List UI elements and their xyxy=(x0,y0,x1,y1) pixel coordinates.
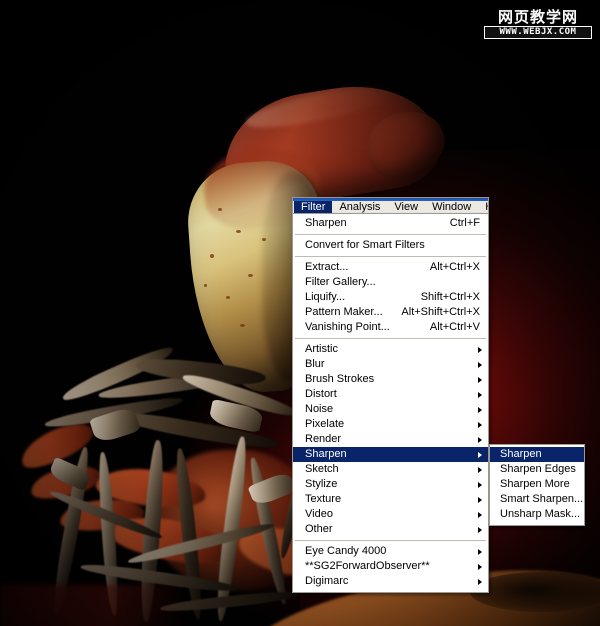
menu-item-label: Blur xyxy=(305,358,325,370)
menu-item-label: Brush Strokes xyxy=(305,373,375,385)
menu-item-label: Extract... xyxy=(305,261,349,273)
sharpen-submenu[interactable]: Sharpen Sharpen Edges Sharpen More Smart Sh… xyxy=(489,444,585,526)
menu-bar: FilterAnalysisViewWindowHelp xyxy=(292,197,489,213)
menu-item-render[interactable]: Render xyxy=(293,432,488,447)
menu-item-shortcut: Alt+Ctrl+V xyxy=(429,321,480,333)
menu-item-shortcut: Shift+Ctrl+X xyxy=(420,291,480,303)
menu-item-label: Vanishing Point... xyxy=(305,321,390,333)
menu-item-label: Sharpen xyxy=(305,217,347,229)
menu-item-sharpen[interactable]: Sharpen Ctrl+F xyxy=(293,216,488,231)
chevron-right-icon xyxy=(478,346,482,353)
menu-item-label: Sketch xyxy=(305,463,339,475)
menubar-item-help[interactable]: Help xyxy=(478,201,488,214)
chevron-right-icon xyxy=(478,391,482,398)
menu-item-pixelate[interactable]: Pixelate xyxy=(293,417,488,432)
menu-item-artistic[interactable]: Artistic xyxy=(293,342,488,357)
menu-item-distort[interactable]: Distort xyxy=(293,387,488,402)
menu-item-label: Stylize xyxy=(305,478,338,490)
menubar-item-filter[interactable]: Filter xyxy=(294,200,333,213)
menu-item-blur[interactable]: Blur xyxy=(293,357,488,372)
menu-item-stylize[interactable]: Stylize xyxy=(293,477,488,492)
menu-item-eye-candy-4000[interactable]: Eye Candy 4000 xyxy=(293,544,488,559)
menu-item-extract[interactable]: Extract... Alt+Ctrl+X xyxy=(293,260,488,275)
chevron-right-icon xyxy=(478,421,482,428)
chevron-right-icon xyxy=(478,563,482,570)
menubar-item-window[interactable]: Window xyxy=(425,201,478,214)
menu-item-label: Texture xyxy=(305,493,342,505)
menu-item-pattern-maker[interactable]: Pattern Maker... Alt+Shift+Ctrl+X xyxy=(293,305,488,320)
submenu-item-label: Sharpen xyxy=(500,448,542,460)
menu-item-texture[interactable]: Texture xyxy=(293,492,488,507)
menu-item-sketch[interactable]: Sketch xyxy=(293,462,488,477)
menubar-item-analysis[interactable]: Analysis xyxy=(332,201,387,214)
menu-item-other[interactable]: Other xyxy=(293,522,488,537)
menu-item-digimarc[interactable]: Digimarc xyxy=(293,574,488,589)
chevron-right-icon xyxy=(478,376,482,383)
menu-item-brush-strokes[interactable]: Brush Strokes xyxy=(293,372,488,387)
chevron-right-icon xyxy=(478,451,482,458)
chevron-right-icon xyxy=(478,406,482,413)
submenu-item-sharpen-edges[interactable]: Sharpen Edges xyxy=(490,462,584,477)
menu-item-label: Other xyxy=(305,523,333,535)
menu-item-label: Video xyxy=(305,508,333,520)
menu-item-label: Pattern Maker... xyxy=(305,306,383,318)
menu-bar-items: FilterAnalysisViewWindowHelp xyxy=(293,200,488,214)
menu-item-noise[interactable]: Noise xyxy=(293,402,488,417)
menu-item-label: Pixelate xyxy=(305,418,345,430)
chevron-right-icon xyxy=(478,466,482,473)
chevron-right-icon xyxy=(478,548,482,555)
watermark-url: WWW.WEBJX.COM xyxy=(484,26,592,39)
menu-item-label: Sharpen xyxy=(305,448,347,460)
menu-separator xyxy=(295,540,486,541)
menu-item-label: Convert for Smart Filters xyxy=(305,239,425,251)
chevron-right-icon xyxy=(478,436,482,443)
chevron-right-icon xyxy=(478,511,482,518)
chevron-right-icon xyxy=(478,361,482,368)
menu-item-liquify[interactable]: Liquify... Shift+Ctrl+X xyxy=(293,290,488,305)
menu-item-shortcut: Alt+Ctrl+X xyxy=(429,261,480,273)
watermark: 网页教学网 WWW.WEBJX.COM xyxy=(484,9,592,39)
menu-item-vanishing-point[interactable]: Vanishing Point... Alt+Ctrl+V xyxy=(293,320,488,335)
menu-item-sharpen[interactable]: Sharpen xyxy=(293,447,488,462)
menu-item-shortcut: Ctrl+F xyxy=(449,217,480,229)
menu-item-convert-for-smart-filters[interactable]: Convert for Smart Filters xyxy=(293,238,488,253)
chevron-right-icon xyxy=(478,481,482,488)
screenshot-root: 网页教学网 WWW.WEBJX.COM Filter Analysis View Wi… xyxy=(0,0,600,626)
submenu-item-label: Smart Sharpen... xyxy=(500,493,584,505)
menu-item-shortcut: Alt+Shift+Ctrl+X xyxy=(401,306,480,318)
menu-item-label: Render xyxy=(305,433,342,445)
menu-item-label: **SG2ForwardObserver** xyxy=(305,560,430,572)
menu-item-sg2forwardobserver[interactable]: **SG2ForwardObserver** xyxy=(293,559,488,574)
menu-item-label: Liquify... xyxy=(305,291,346,303)
menu-item-label: Digimarc xyxy=(305,575,349,587)
menu-item-label: Noise xyxy=(305,403,334,415)
submenu-item-unsharp-mask[interactable]: Unsharp Mask... xyxy=(490,507,584,522)
chevron-right-icon xyxy=(478,526,482,533)
submenu-item-label: Unsharp Mask... xyxy=(500,508,581,520)
menu-item-label: Artistic xyxy=(305,343,338,355)
menu-separator xyxy=(295,234,486,235)
submenu-item-label: Sharpen Edges xyxy=(500,463,576,475)
menu-item-label: Filter Gallery... xyxy=(305,276,376,288)
submenu-item-label: Sharpen More xyxy=(500,478,570,490)
menu-item-filter-gallery[interactable]: Filter Gallery... xyxy=(293,275,488,290)
menu-separator xyxy=(295,338,486,339)
watermark-chinese: 网页教学网 xyxy=(497,8,578,26)
submenu-item-sharpen[interactable]: Sharpen xyxy=(490,447,584,462)
menubar-item-view[interactable]: View xyxy=(387,201,425,214)
menu-separator xyxy=(295,256,486,257)
chevron-right-icon xyxy=(478,578,482,585)
chevron-right-icon xyxy=(478,496,482,503)
menu-item-video[interactable]: Video xyxy=(293,507,488,522)
menu-item-label: Distort xyxy=(305,388,337,400)
submenu-item-sharpen-more[interactable]: Sharpen More xyxy=(490,477,584,492)
menu-item-label: Eye Candy 4000 xyxy=(305,545,387,557)
filter-menu[interactable]: Sharpen Ctrl+F Convert for Smart Filters Ex… xyxy=(292,213,489,593)
submenu-item-smart-sharpen[interactable]: Smart Sharpen... xyxy=(490,492,584,507)
